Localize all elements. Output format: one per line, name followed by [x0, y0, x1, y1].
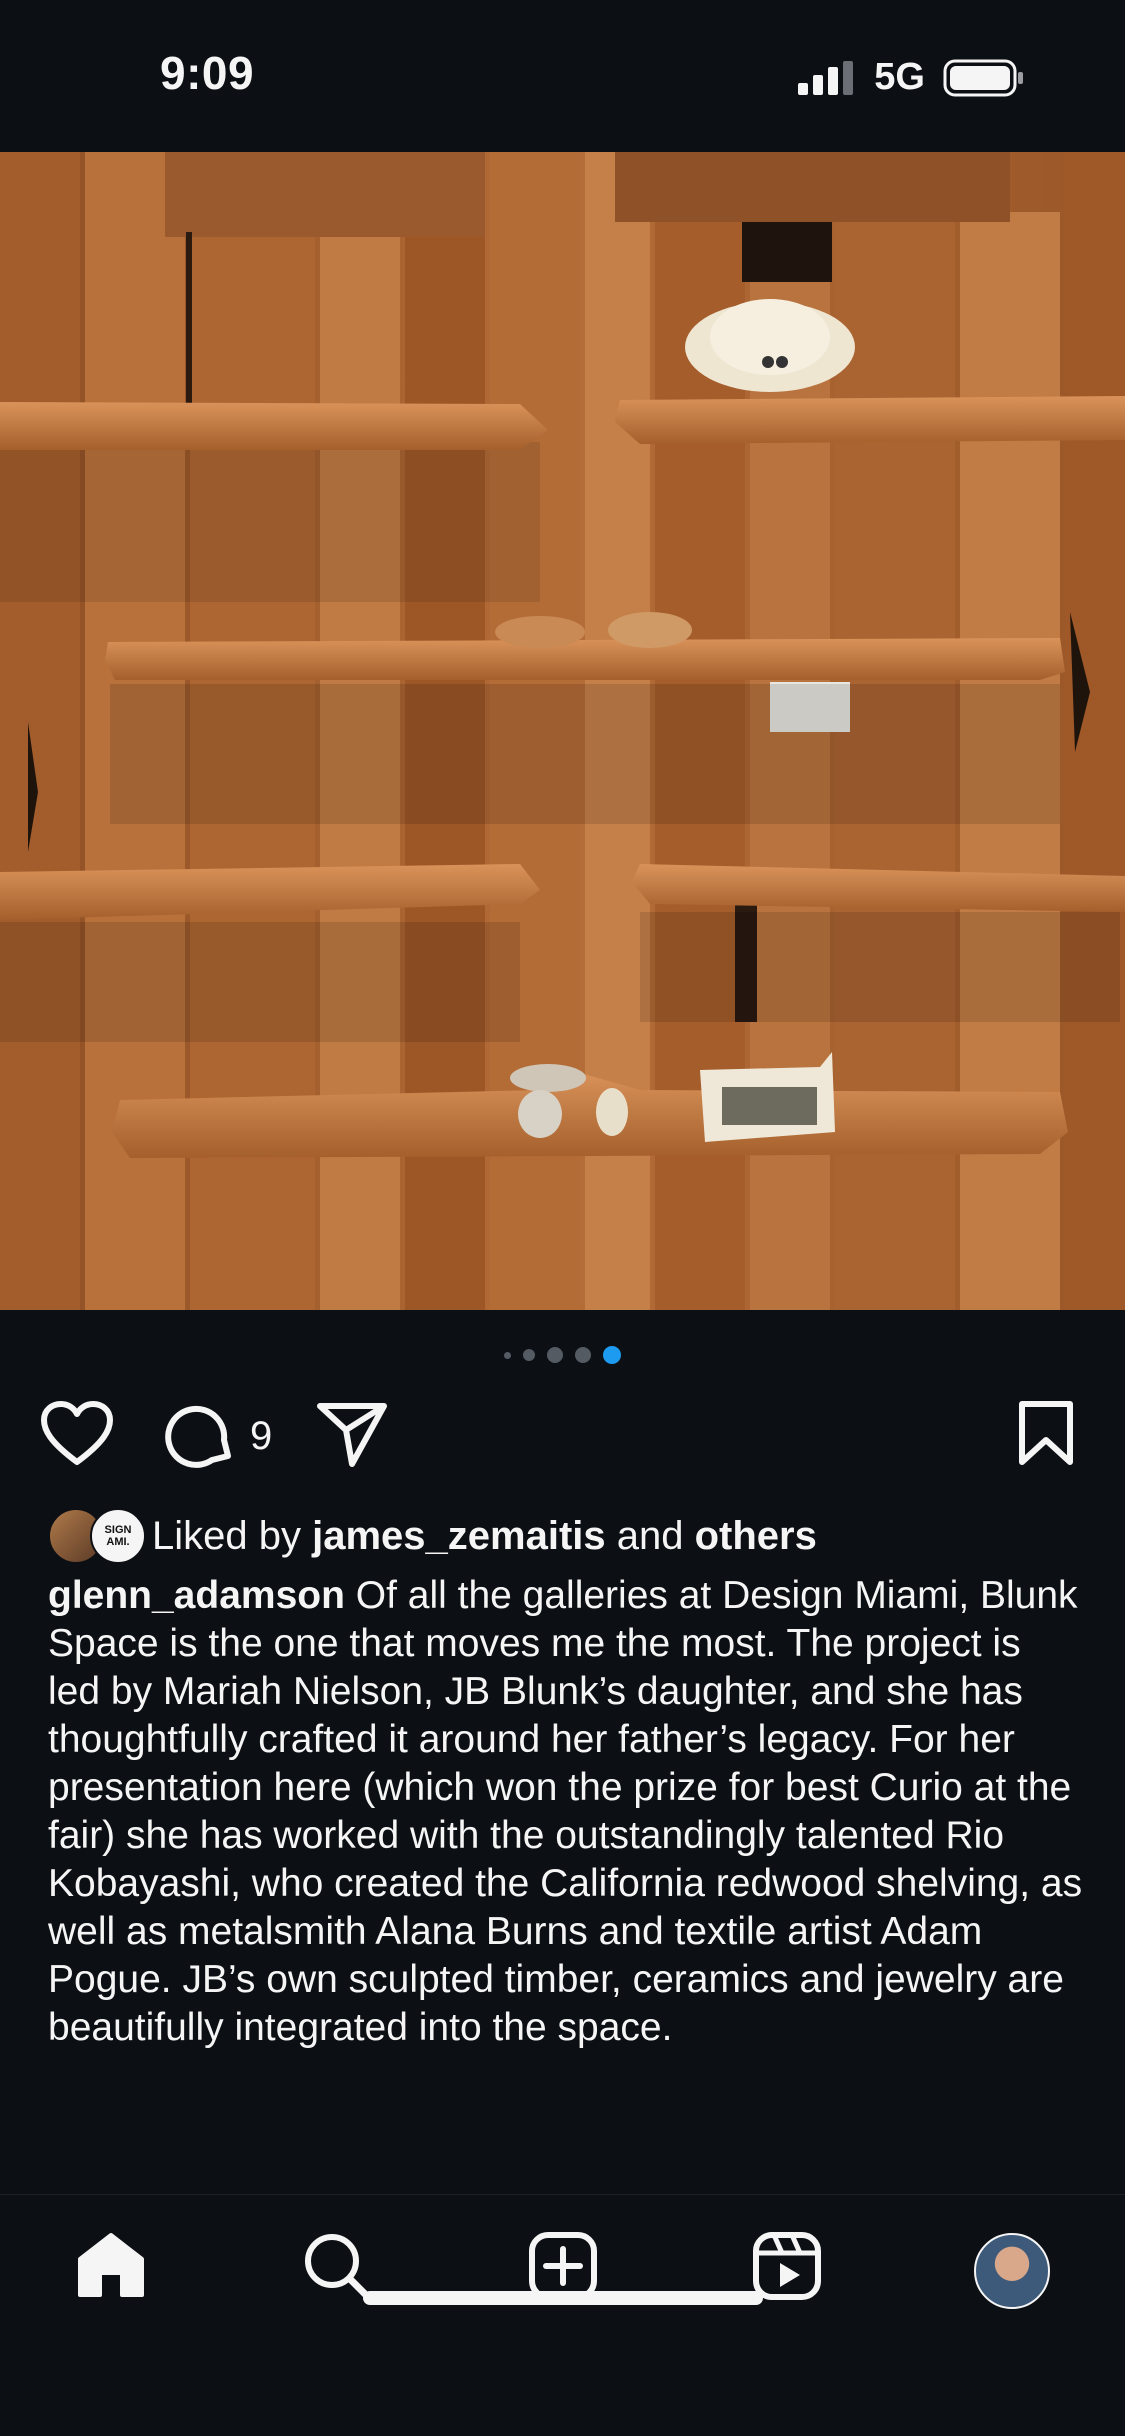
- carousel-indicator: [0, 1346, 1125, 1364]
- carousel-dot: [504, 1351, 511, 1359]
- status-time: 9:09: [160, 47, 255, 99]
- post-image[interactable]: [0, 152, 1125, 1310]
- like-heart-icon[interactable]: [40, 1400, 114, 1468]
- carousel-dot: [523, 1349, 535, 1361]
- caption-text: Of all the galleries at Design Miami, Bl…: [48, 1574, 1083, 2049]
- liker-username[interactable]: james_zemaitis: [312, 1514, 606, 1558]
- search-icon[interactable]: [302, 2231, 372, 2301]
- redwood-shelving-photo: [0, 152, 1125, 1310]
- profile-avatar[interactable]: [974, 2233, 1050, 2309]
- caption-username[interactable]: glenn_adamson: [48, 1574, 345, 1617]
- carousel-dot: [547, 1347, 563, 1363]
- liker-avatars: SIGN AMI.: [48, 1508, 146, 1564]
- home-indicator[interactable]: [363, 2291, 763, 2305]
- likes-summary[interactable]: SIGN AMI. Liked by james_zemaitis and ot…: [48, 1508, 817, 1564]
- post-actions: 9: [0, 1400, 1125, 1480]
- bookmark-icon[interactable]: [1016, 1400, 1076, 1468]
- share-send-icon[interactable]: [316, 1400, 388, 1470]
- liked-by-prefix: Liked by: [152, 1513, 313, 1558]
- comment-count[interactable]: 9: [250, 1414, 272, 1459]
- avatar-logo-text: SIGN AMI.: [104, 1524, 132, 1548]
- status-bar: 9:09 5G: [0, 0, 1125, 152]
- carousel-dot-active: [603, 1346, 621, 1364]
- liked-by-and: and: [605, 1513, 695, 1558]
- home-icon[interactable]: [76, 2231, 146, 2299]
- post-caption: glenn_adamson Of all the galleries at De…: [48, 1572, 1083, 2052]
- comment-icon[interactable]: [164, 1400, 236, 1472]
- status-indicators: 5G: [798, 56, 1025, 99]
- signal-icon: [798, 60, 854, 95]
- likes-others-link[interactable]: others: [695, 1514, 817, 1558]
- avatar: SIGN AMI.: [90, 1508, 146, 1564]
- network-type: 5G: [874, 56, 925, 98]
- carousel-dot: [575, 1347, 591, 1363]
- bottom-navigation: [0, 2194, 1125, 2335]
- battery-icon: [943, 59, 1023, 96]
- reels-icon[interactable]: [752, 2231, 822, 2301]
- likes-text: Liked by james_zemaitis and others: [152, 1514, 817, 1559]
